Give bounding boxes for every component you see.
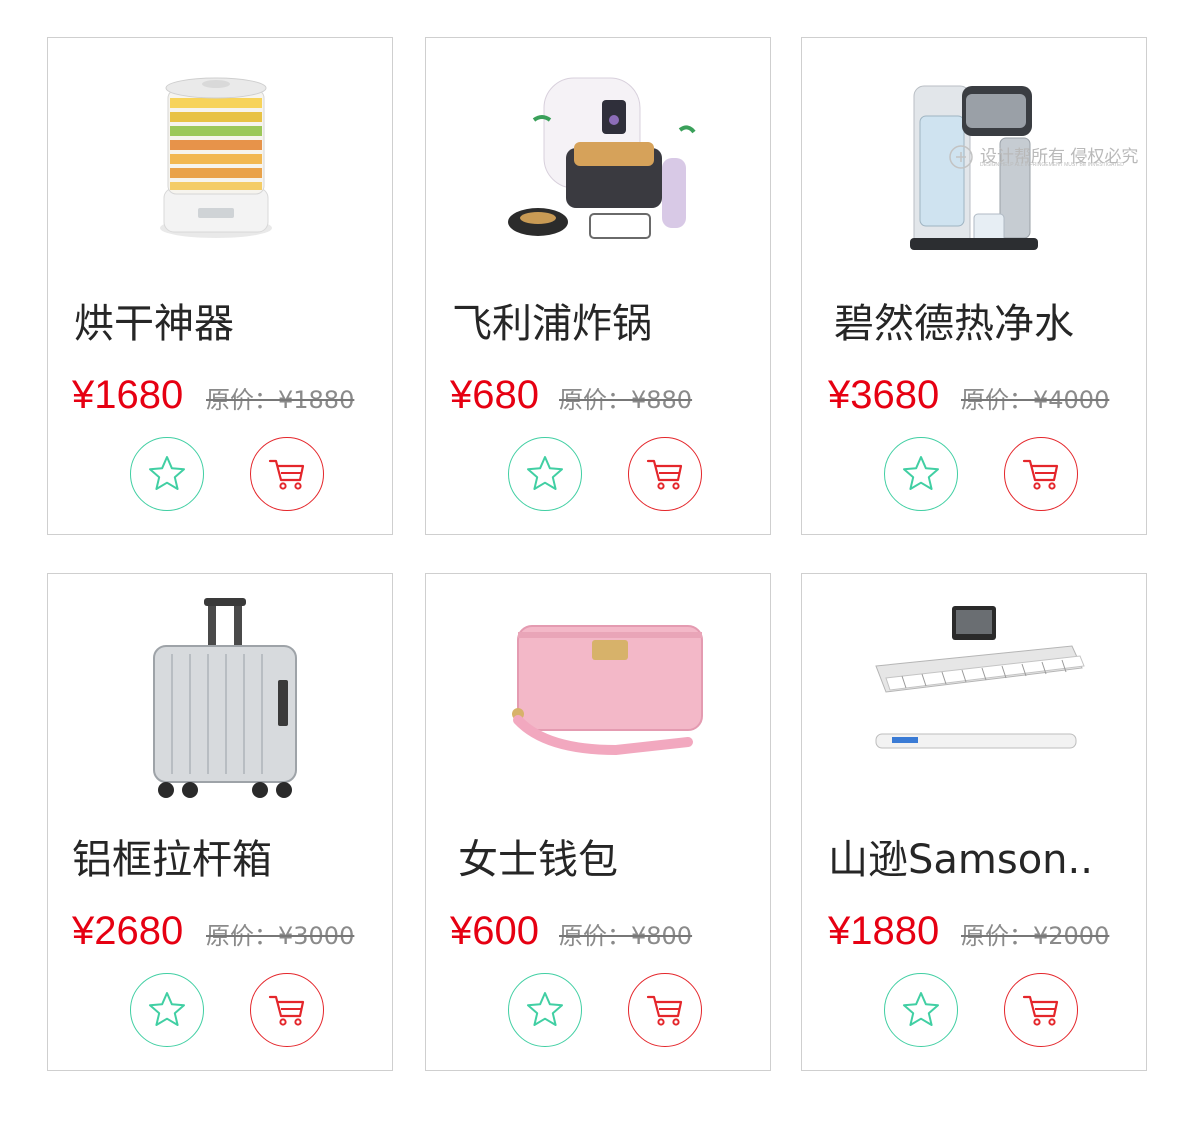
star-icon: [527, 456, 563, 490]
product-price: ¥600: [450, 909, 539, 953]
product-price: ¥3680: [828, 373, 940, 417]
original-price: 原价：¥800: [559, 921, 692, 951]
add-to-cart-button[interactable]: [628, 973, 702, 1047]
star-icon: [149, 992, 185, 1026]
add-to-cart-button[interactable]: [1004, 973, 1078, 1047]
product-name: 铝框拉杆箱: [72, 837, 272, 883]
original-price: 原价：¥1880: [206, 385, 354, 415]
original-price-label: 原价：: [559, 386, 631, 414]
favorite-button[interactable]: [130, 973, 204, 1047]
original-price-value: ¥3000: [278, 922, 355, 950]
original-price-value: ¥880: [631, 386, 693, 414]
star-icon: [903, 992, 939, 1026]
product-name: 女士钱包: [458, 837, 618, 883]
add-to-cart-button[interactable]: [628, 437, 702, 511]
product-grid: 烘干神器 ¥1680 原价：¥1880 飞利浦炸锅 ¥680 原价：¥880 碧…: [0, 0, 1200, 1125]
favorite-button[interactable]: [508, 437, 582, 511]
product-card[interactable]: 烘干神器 ¥1680 原价：¥1880: [47, 37, 393, 535]
add-to-cart-button[interactable]: [250, 437, 324, 511]
original-price: 原价：¥3000: [206, 921, 354, 951]
cart-icon: [1022, 459, 1059, 490]
original-price-label: 原价：: [961, 922, 1033, 950]
product-card[interactable]: 铝框拉杆箱 ¥2680 原价：¥3000: [47, 573, 393, 1071]
star-icon: [149, 456, 185, 490]
original-price-label: 原价：: [559, 922, 631, 950]
product-price: ¥680: [450, 373, 539, 417]
original-price: 原价：¥4000: [961, 385, 1109, 415]
product-card[interactable]: 碧然德热净水 ¥3680 原价：¥4000: [801, 37, 1147, 535]
original-price-value: ¥1880: [278, 386, 355, 414]
cart-icon: [268, 459, 305, 490]
product-price: ¥1680: [72, 373, 184, 417]
midi-keyboard-image: [802, 574, 1146, 804]
original-price: 原价：¥2000: [961, 921, 1109, 951]
star-icon: [903, 456, 939, 490]
product-card[interactable]: 山逊Samson.. ¥1880 原价：¥2000: [801, 573, 1147, 1071]
product-card[interactable]: 飞利浦炸锅 ¥680 原价：¥880: [425, 37, 771, 535]
cart-icon: [1022, 995, 1059, 1026]
product-name: 碧然德热净水: [834, 301, 1074, 347]
product-name: 烘干神器: [74, 301, 234, 347]
product-price: ¥1880: [828, 909, 940, 953]
original-price: 原价：¥880: [559, 385, 692, 415]
product-card[interactable]: 女士钱包 ¥600 原价：¥800: [425, 573, 771, 1071]
original-price-value: ¥4000: [1033, 386, 1110, 414]
cart-icon: [268, 995, 305, 1026]
star-icon: [527, 992, 563, 1026]
product-name: 山逊Samson..: [828, 837, 1093, 883]
air-fryer-image: [426, 38, 770, 268]
original-price-label: 原价：: [206, 922, 278, 950]
wallet-image: [426, 574, 770, 804]
cart-icon: [646, 995, 683, 1026]
water-dispenser-image: [802, 38, 1146, 268]
favorite-button[interactable]: [508, 973, 582, 1047]
favorite-button[interactable]: [884, 973, 958, 1047]
favorite-button[interactable]: [130, 437, 204, 511]
product-price: ¥2680: [72, 909, 184, 953]
suitcase-image: [48, 574, 392, 804]
add-to-cart-button[interactable]: [1004, 437, 1078, 511]
product-name: 飞利浦炸锅: [452, 301, 652, 347]
original-price-value: ¥800: [631, 922, 693, 950]
add-to-cart-button[interactable]: [250, 973, 324, 1047]
cart-icon: [646, 459, 683, 490]
original-price-value: ¥2000: [1033, 922, 1110, 950]
original-price-label: 原价：: [961, 386, 1033, 414]
favorite-button[interactable]: [884, 437, 958, 511]
food-dehydrator-image: [48, 38, 392, 268]
original-price-label: 原价：: [206, 386, 278, 414]
